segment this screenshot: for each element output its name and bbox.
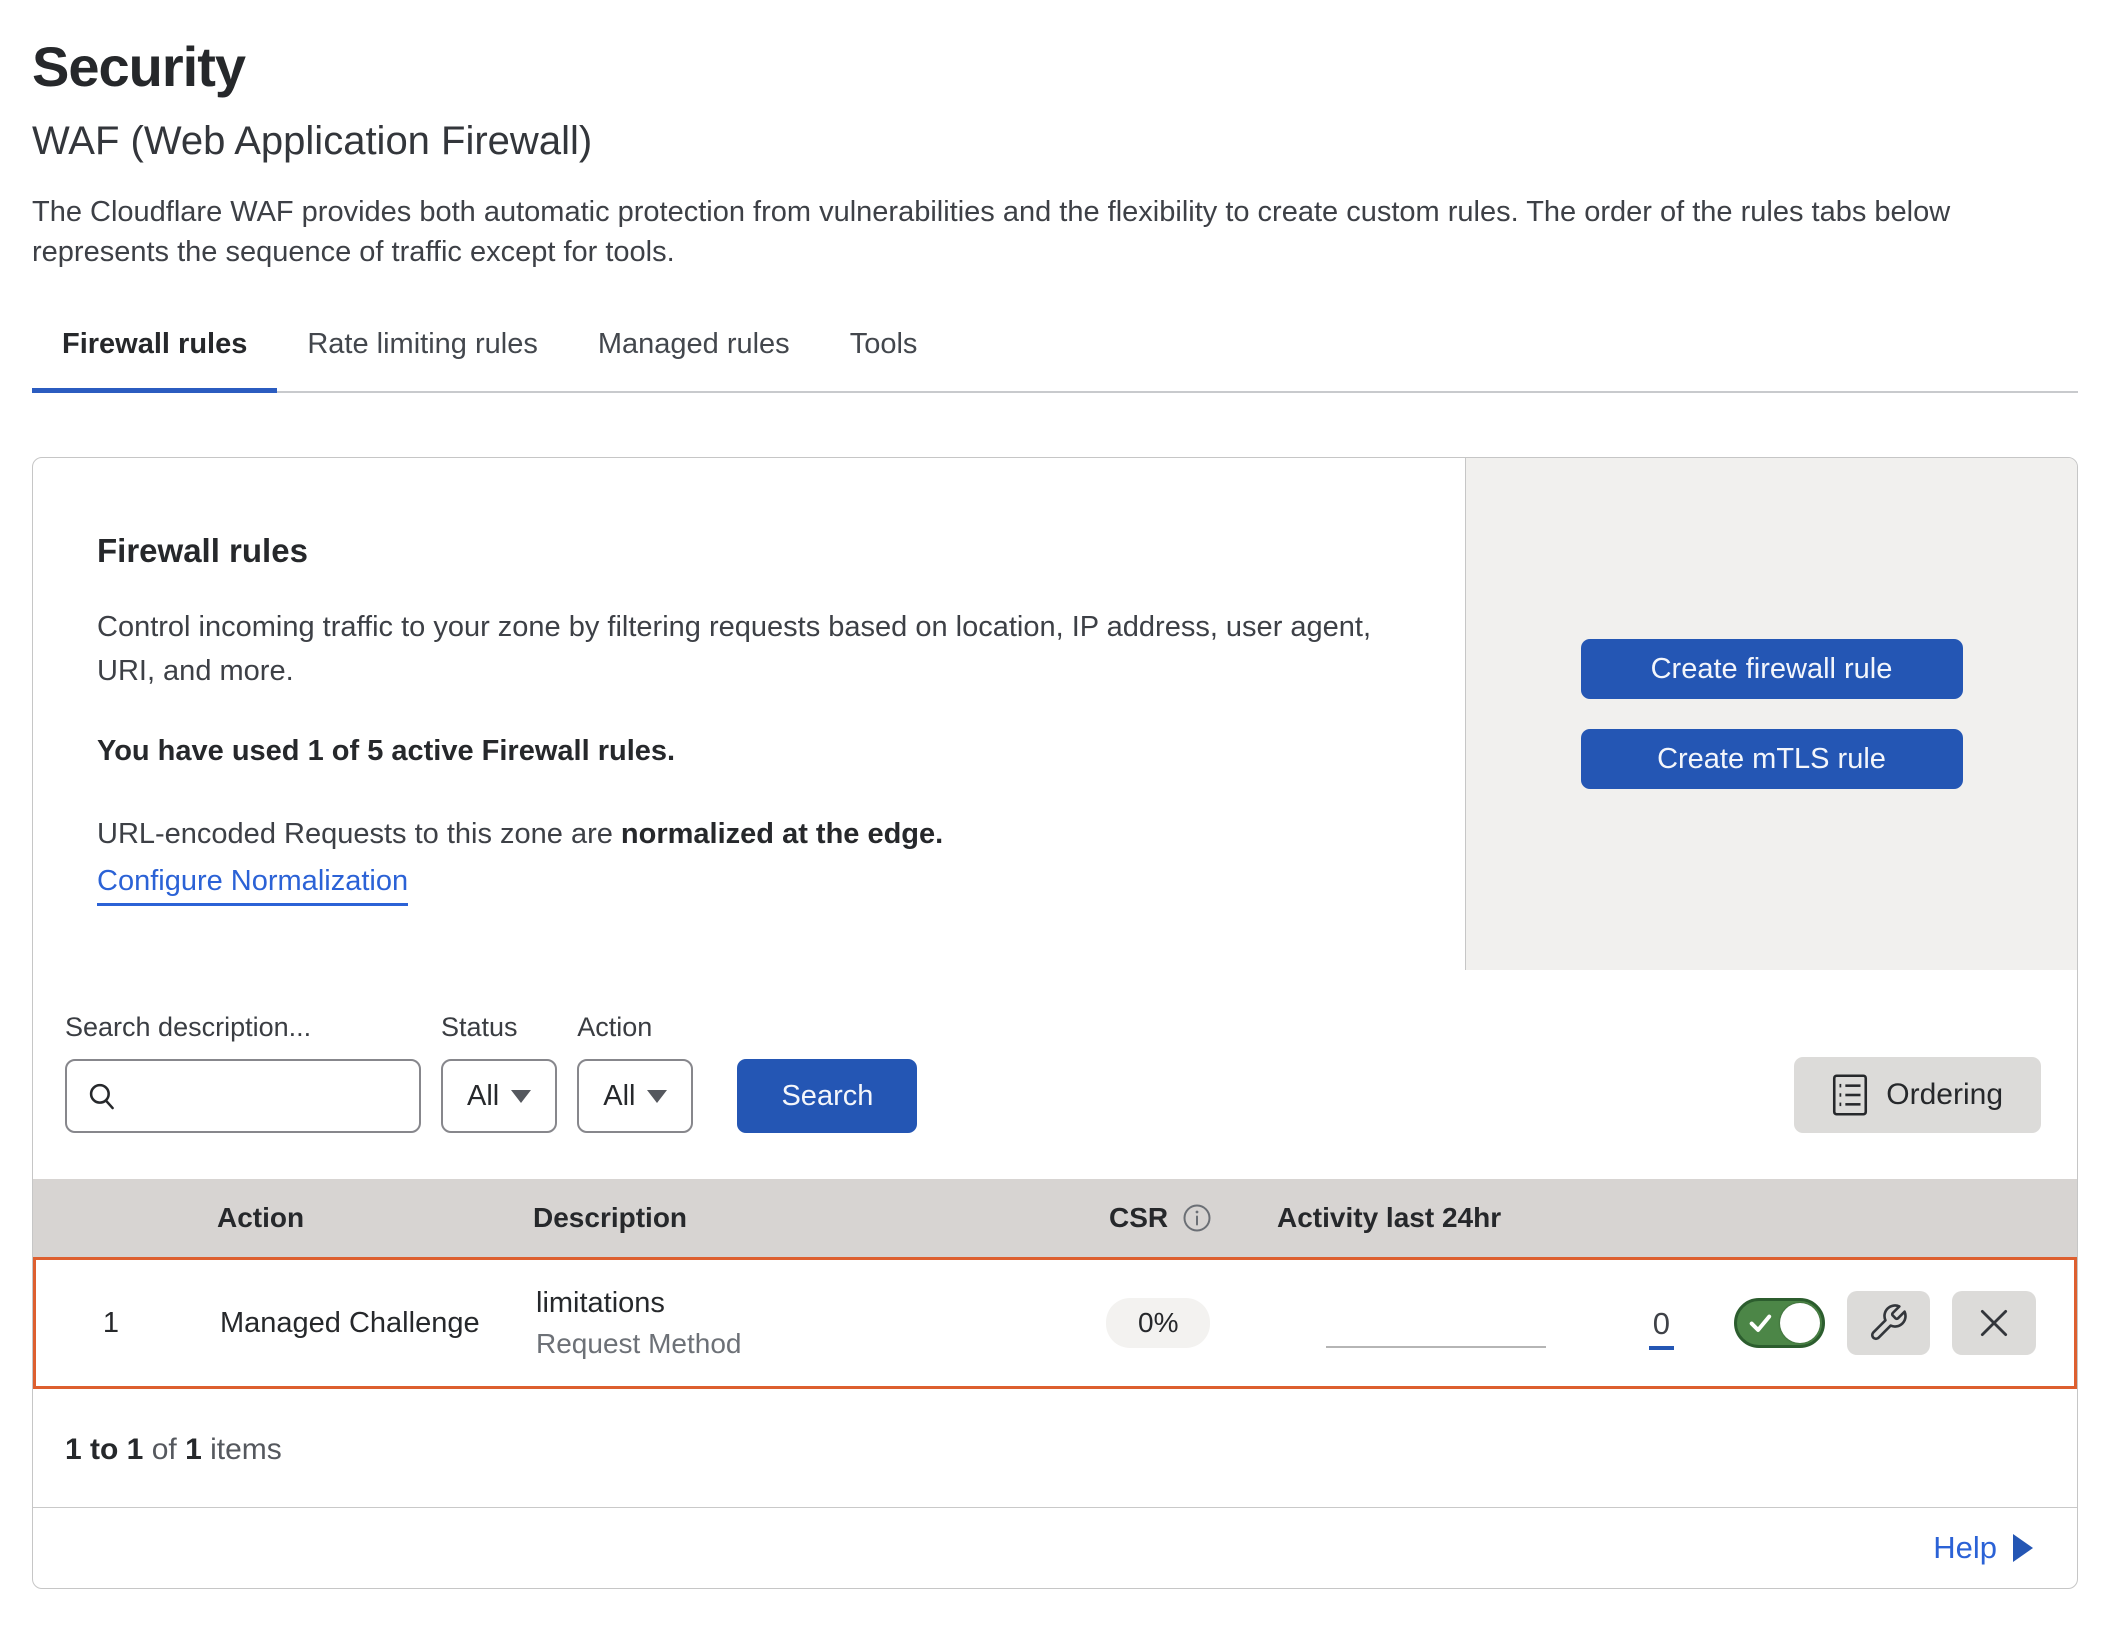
usage-counter: You have used 1 of 5 active Firewall rul… — [97, 735, 1405, 768]
tab-managed-rules[interactable]: Managed rules — [568, 318, 820, 391]
status-filter-select[interactable]: All — [441, 1059, 557, 1133]
triangle-right-icon — [2011, 1534, 2035, 1562]
rule-description: limitations — [536, 1287, 1084, 1320]
header-csr: CSR — [1087, 1202, 1277, 1234]
status-filter-group: Status All — [441, 1012, 557, 1133]
edit-rule-button[interactable] — [1847, 1291, 1931, 1355]
page-title: Security — [32, 34, 2078, 99]
firewall-rule-row[interactable]: 1 Managed Challenge limitations Request … — [33, 1257, 2077, 1389]
create-firewall-rule-button[interactable]: Create firewall rule — [1581, 639, 1963, 699]
status-filter-label: Status — [441, 1012, 557, 1043]
security-waf-page: Security WAF (Web Application Firewall) … — [0, 0, 2114, 1638]
create-rule-panel: Create firewall rule Create mTLS rule — [1465, 458, 2077, 970]
tab-firewall-rules[interactable]: Firewall rules — [32, 318, 277, 391]
info-circle-icon[interactable] — [1182, 1203, 1212, 1233]
tab-label: Tools — [850, 328, 918, 360]
tab-label: Rate limiting rules — [307, 328, 537, 360]
pagination-summary: 1 to 1 of 1 items — [33, 1389, 2077, 1507]
action-filter-group: Action All — [577, 1012, 693, 1133]
waf-tab-bar: Firewall rules Rate limiting rules Manag… — [32, 318, 2078, 393]
help-link[interactable]: Help — [1933, 1530, 2035, 1566]
tab-label: Managed rules — [598, 328, 790, 360]
action-filter-select[interactable]: All — [577, 1059, 693, 1133]
rule-controls — [1734, 1291, 2074, 1355]
status-filter-value: All — [467, 1080, 499, 1113]
firewall-rules-info: Firewall rules Control incoming traffic … — [33, 458, 1465, 970]
x-icon — [1974, 1303, 2014, 1343]
page-description: The Cloudflare WAF provides both automat… — [32, 192, 2052, 272]
action-filter-value: All — [603, 1080, 635, 1113]
create-mtls-rule-button[interactable]: Create mTLS rule — [1581, 729, 1963, 789]
delete-rule-button[interactable] — [1952, 1291, 2036, 1355]
header-description: Description — [513, 1202, 1087, 1234]
help-link-label: Help — [1933, 1530, 1997, 1566]
header-action: Action — [183, 1202, 513, 1234]
chevron-down-icon — [511, 1090, 531, 1103]
filter-toolbar: Search description... Status All — [33, 970, 2077, 1179]
search-input[interactable] — [131, 1080, 401, 1112]
magnifier-icon — [85, 1079, 119, 1113]
wrench-icon — [1867, 1302, 1909, 1344]
page-subtitle: WAF (Web Application Firewall) — [32, 119, 2078, 164]
firewall-rules-info-section: Firewall rules Control incoming traffic … — [33, 458, 2077, 970]
rule-action: Managed Challenge — [186, 1307, 516, 1340]
tab-tools[interactable]: Tools — [820, 318, 948, 391]
rule-enabled-toggle[interactable] — [1734, 1298, 1825, 1348]
activity-count-link[interactable]: 0 — [1649, 1306, 1674, 1350]
pagination-range: 1 to 1 — [65, 1433, 143, 1466]
activity-sparkline — [1326, 1346, 1546, 1348]
chevron-down-icon — [647, 1090, 667, 1103]
pagination-total: 1 — [185, 1433, 202, 1466]
ordering-button-label: Ordering — [1886, 1078, 2003, 1112]
normalization-note-text: URL-encoded Requests to this zone are — [97, 818, 621, 850]
check-icon — [1747, 1309, 1775, 1337]
csr-badge: 0% — [1106, 1298, 1210, 1348]
header-activity: Activity last 24hr — [1277, 1202, 1737, 1234]
rule-activity-cell: 0 — [1274, 1260, 1734, 1386]
rule-description-cell: limitations Request Method — [516, 1287, 1084, 1360]
pagination-of: of — [152, 1433, 177, 1466]
section-description: Control incoming traffic to your zone by… — [97, 606, 1387, 693]
configure-normalization-link[interactable]: Configure Normalization — [97, 865, 408, 906]
search-button[interactable]: Search — [737, 1059, 917, 1133]
toggle-knob — [1780, 1303, 1820, 1343]
rule-expression: Request Method — [536, 1328, 1084, 1360]
tab-label: Firewall rules — [62, 328, 247, 360]
action-filter-label: Action — [577, 1012, 693, 1043]
pagination-items: items — [210, 1433, 282, 1466]
search-input-box[interactable] — [65, 1059, 421, 1133]
search-description-label: Search description... — [65, 1012, 421, 1043]
rules-table-header: Action Description CSR Activity last 24h… — [33, 1179, 2077, 1257]
search-description-group: Search description... — [65, 1012, 421, 1133]
tab-rate-limiting-rules[interactable]: Rate limiting rules — [277, 318, 567, 391]
header-csr-label: CSR — [1109, 1202, 1168, 1234]
card-footer: Help — [33, 1508, 2077, 1588]
normalization-note-bold: normalized at the edge. — [621, 818, 943, 850]
rule-priority: 1 — [36, 1307, 186, 1340]
ordering-button[interactable]: Ordering — [1794, 1057, 2041, 1133]
rule-csr-cell: 0% — [1084, 1298, 1274, 1348]
firewall-rules-card: Firewall rules Control incoming traffic … — [32, 457, 2078, 1589]
normalization-note: URL-encoded Requests to this zone are no… — [97, 818, 1405, 851]
list-icon — [1832, 1074, 1868, 1116]
section-heading: Firewall rules — [97, 532, 1405, 570]
